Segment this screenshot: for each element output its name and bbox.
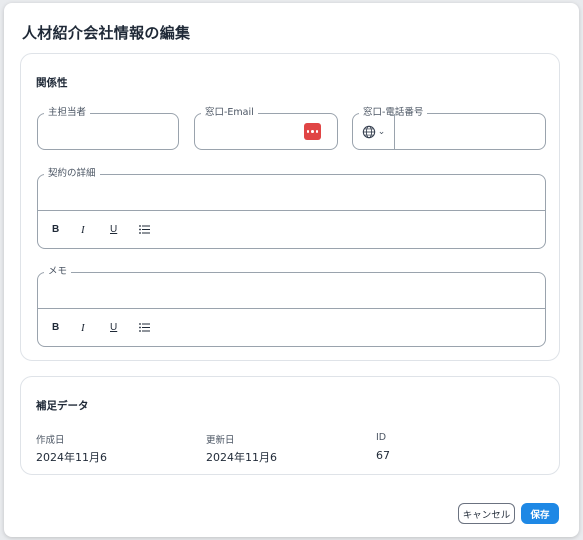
primary-contact-field[interactable]: 主担当者 [37, 106, 179, 150]
created-date-value: 2024年11月6 [36, 451, 107, 464]
contract-details-label: 契約の詳細 [44, 167, 100, 181]
underline-button[interactable]: U [110, 322, 139, 333]
updated-date-label: 更新日 [206, 435, 235, 446]
memo-editor[interactable]: メモ B I U [37, 265, 546, 347]
contract-editor-toolbar: B I U [38, 210, 545, 248]
supplement-heading: 補足データ [36, 400, 89, 412]
bulleted-list-icon[interactable] [139, 225, 150, 234]
primary-contact-label: 主担当者 [44, 106, 91, 120]
save-button[interactable]: 保存 [521, 503, 559, 524]
dialog-title: 人材紹介会社情報の編集 [22, 24, 191, 42]
id-value: 67 [376, 449, 390, 462]
id-label: ID [376, 432, 387, 443]
contract-details-editor[interactable]: 契約の詳細 B I U [37, 167, 546, 249]
updated-date-value: 2024年11月6 [206, 451, 277, 464]
contact-email-field[interactable]: 窓口-Email [194, 106, 338, 150]
contact-phone-field[interactable]: 窓口-電話番号 ⌄ [352, 106, 546, 150]
bulleted-list-icon[interactable] [139, 323, 150, 332]
bold-button[interactable]: B [52, 322, 81, 333]
underline-button[interactable]: U [110, 224, 139, 235]
created-date-label: 作成日 [36, 435, 65, 446]
bold-button[interactable]: B [52, 224, 81, 235]
country-code-select[interactable]: ⌄ [353, 114, 395, 149]
italic-button[interactable]: I [81, 322, 110, 334]
edit-dialog: 人材紹介会社情報の編集 関係性 主担当者 窓口-Email 窓口-電話番号 ⌄ … [4, 3, 579, 537]
chevron-down-icon: ⌄ [377, 126, 386, 137]
password-manager-icon[interactable] [304, 123, 321, 140]
cancel-button[interactable]: キャンセル [458, 503, 515, 524]
globe-icon [362, 125, 375, 138]
relations-card: 関係性 主担当者 窓口-Email 窓口-電話番号 ⌄ 契約の詳細 B I U … [20, 53, 560, 361]
memo-editor-toolbar: B I U [38, 308, 545, 346]
contact-email-label: 窓口-Email [201, 106, 258, 120]
memo-label: メモ [44, 265, 72, 279]
relations-heading: 関係性 [36, 77, 68, 89]
italic-button[interactable]: I [81, 224, 110, 236]
supplement-card: 補足データ 作成日 2024年11月6 更新日 2024年11月6 ID 67 [20, 376, 560, 475]
